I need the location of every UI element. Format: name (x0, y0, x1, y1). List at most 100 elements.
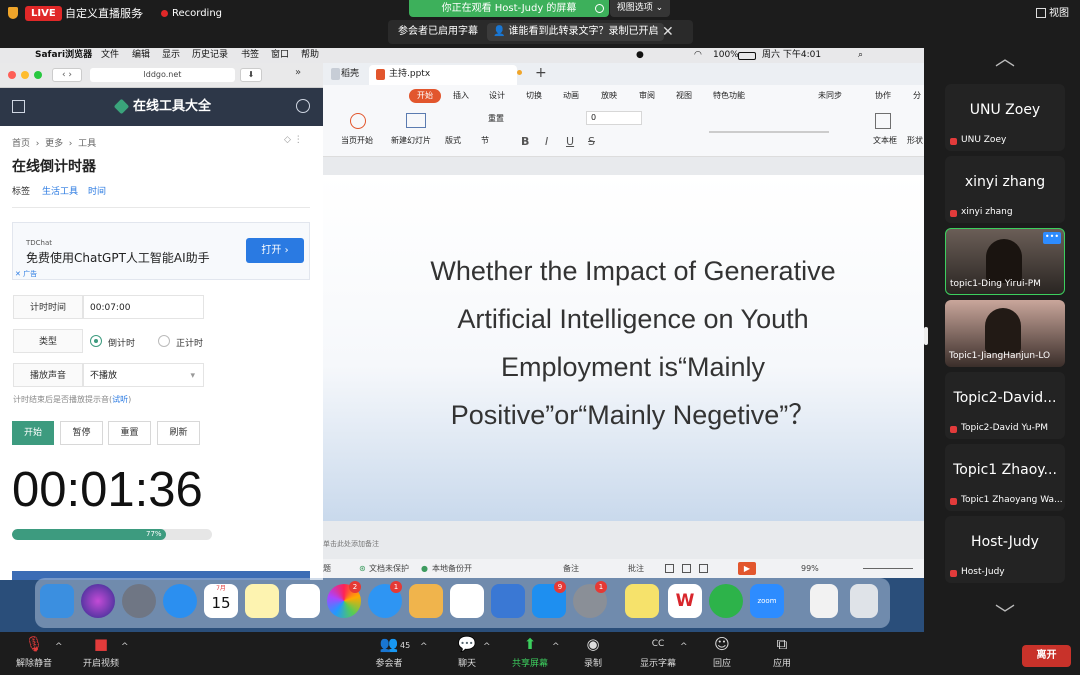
participant-tile[interactable]: Topic2-David... Topic2-David Yu-PM (945, 372, 1065, 439)
menubar-app[interactable]: Safari浏览器 (35, 48, 92, 63)
new-tab-icon[interactable]: + (535, 65, 547, 81)
siri-icon[interactable] (81, 584, 115, 618)
chevron-up-icon[interactable]: ^ (121, 642, 129, 652)
play-current-icon[interactable] (350, 113, 366, 129)
reminders-icon[interactable] (286, 584, 320, 618)
ribbon-tab-start[interactable]: 开始 (409, 89, 441, 103)
close-icon[interactable]: ✕ (662, 20, 674, 44)
chat-button[interactable]: 💬 聊天 (455, 635, 479, 669)
chevron-up-icon[interactable]: ︿ (995, 42, 1015, 71)
backup-status[interactable]: 本地备份开 (432, 559, 472, 578)
share-button[interactable]: 分 (913, 89, 921, 103)
apps-icon[interactable] (12, 100, 25, 113)
menu-history[interactable]: 历史记录 (192, 48, 228, 63)
stickies-icon[interactable] (625, 584, 659, 618)
captions-button[interactable]: CC 显示字幕 (638, 635, 678, 669)
chevron-up-icon[interactable]: ^ (55, 642, 63, 652)
preview-sound-link[interactable]: 试听 (112, 395, 128, 404)
chevron-up-icon[interactable]: ^ (483, 642, 491, 652)
italic-icon[interactable]: I (545, 135, 548, 148)
ribbon-tab-animation[interactable]: 动画 (563, 89, 579, 103)
tag-life-tools[interactable]: 生活工具 (42, 184, 78, 197)
breadcrumb-tools[interactable]: 工具 (78, 139, 96, 149)
wechat-icon[interactable] (709, 584, 743, 618)
reading-view-icon[interactable] (699, 564, 708, 573)
section-label[interactable]: 节 (481, 135, 489, 146)
wps-icon[interactable]: W (668, 584, 702, 618)
zoom-level[interactable]: 99% (801, 559, 819, 578)
tag-time[interactable]: 时间 (88, 184, 106, 197)
menu-window[interactable]: 窗口 (271, 48, 289, 63)
share-screen-button[interactable]: ⬆ 共享屏幕 (510, 635, 550, 669)
participant-tile-speaking[interactable]: ••• topic1-Ding Yirui-PM (945, 228, 1065, 295)
radio-countup[interactable] (158, 335, 170, 347)
ribbon-tab-slideshow[interactable]: 放映 (601, 89, 617, 103)
participant-tile[interactable]: xinyi zhang xinyi zhang (945, 156, 1065, 223)
radio-countdown-label[interactable]: 倒计时 (108, 336, 135, 349)
play-current-label[interactable]: 当页开始 (341, 135, 373, 146)
pages-icon[interactable] (409, 584, 443, 618)
leave-button[interactable]: 离开 (1022, 645, 1071, 667)
new-slide-icon[interactable] (406, 113, 426, 128)
zoom-slider[interactable] (863, 568, 913, 569)
notes-icon[interactable] (245, 584, 279, 618)
breadcrumb-more[interactable]: 更多 (45, 139, 63, 149)
tab-docer[interactable]: 稻壳 (341, 68, 359, 80)
trash-icon[interactable] (850, 584, 878, 618)
finder-icon[interactable] (40, 584, 74, 618)
safari-icon[interactable] (163, 584, 197, 618)
apps-button[interactable]: ⧉ 应用 (770, 635, 794, 669)
strikethrough-icon[interactable]: S (588, 135, 595, 148)
tab-file[interactable]: 主持.pptx (389, 68, 430, 80)
ribbon-tab-transition[interactable]: 切换 (526, 89, 542, 103)
participant-tile[interactable]: UNU Zoey UNU Zoey (945, 84, 1065, 151)
battery-icon[interactable] (738, 52, 756, 60)
clock[interactable]: 周六 下午4:01 (762, 48, 821, 63)
chevron-down-icon[interactable]: ﹀ (995, 598, 1015, 627)
ad-mark[interactable]: ✕ 广告 (15, 269, 37, 279)
record-button[interactable]: ◉ 录制 (580, 635, 606, 669)
chevron-down-icon[interactable]: ⌄ (137, 6, 145, 21)
new-slide-label[interactable]: 新建幻灯片 (391, 135, 431, 146)
collab-button[interactable]: 协作 (875, 89, 891, 103)
overflow-icon[interactable]: » (295, 67, 301, 78)
start-button[interactable]: 开始 (12, 421, 54, 445)
view-button[interactable]: 视图 (1049, 6, 1069, 21)
calendar-icon[interactable]: 7月 15 (204, 584, 238, 618)
menu-help[interactable]: 帮助 (301, 48, 319, 63)
sync-status[interactable]: 未同步 (818, 89, 842, 103)
more-icon[interactable]: ••• (1043, 232, 1061, 244)
timer-time-input[interactable]: 00:07:00 (83, 295, 204, 319)
close-window-icon[interactable] (8, 71, 16, 79)
textbox-label[interactable]: 文本框 (873, 135, 897, 146)
notes-hint[interactable]: 单击此处添加备注 (323, 539, 379, 549)
underline-icon[interactable]: U (566, 135, 574, 148)
participant-tile-video[interactable]: Topic1-JiangHanjun-LO (945, 300, 1065, 367)
chevron-up-icon[interactable]: ^ (552, 642, 560, 652)
ribbon-tab-special[interactable]: 特色功能 (713, 89, 745, 103)
ad-open-button[interactable]: 打开 › (246, 238, 304, 263)
chevron-up-icon[interactable]: ^ (680, 642, 688, 652)
caption-visibility-button[interactable]: 👤 谁能看到此转录文字？录制已开启 (487, 23, 665, 41)
home-icon[interactable] (331, 68, 340, 80)
reset-label[interactable]: 重置 (488, 113, 504, 124)
play-icon[interactable]: ▶ (738, 562, 756, 575)
comment-toggle[interactable]: 批注 (628, 559, 644, 578)
wechat-icon[interactable]: ● (636, 48, 644, 63)
react-button[interactable]: ☺ 回应 (710, 635, 734, 669)
layout-label[interactable]: 版式 (445, 135, 461, 146)
wifi-icon[interactable]: ◠ (694, 48, 702, 63)
sorter-view-icon[interactable] (682, 564, 691, 573)
reset-button[interactable]: 重置 (108, 421, 151, 445)
doc-protect-status[interactable]: 文档未保护 (369, 559, 409, 578)
live-service-label[interactable]: 自定义直播服务 (65, 6, 142, 21)
menu-bookmarks[interactable]: 书签 (241, 48, 259, 63)
download-icon[interactable]: ⬇ (240, 68, 262, 82)
maximize-window-icon[interactable] (34, 71, 42, 79)
keynote-icon[interactable] (491, 584, 525, 618)
start-video-button[interactable]: ■ 开启视频 (80, 635, 122, 669)
ad-banner[interactable]: TDChat 免费使用ChatGPT人工智能AI助手 打开 › ✕ 广告 (12, 222, 310, 280)
ribbon-tab-design[interactable]: 设计 (489, 89, 505, 103)
radio-countdown[interactable] (90, 335, 102, 347)
radio-countup-label[interactable]: 正计时 (176, 336, 203, 349)
